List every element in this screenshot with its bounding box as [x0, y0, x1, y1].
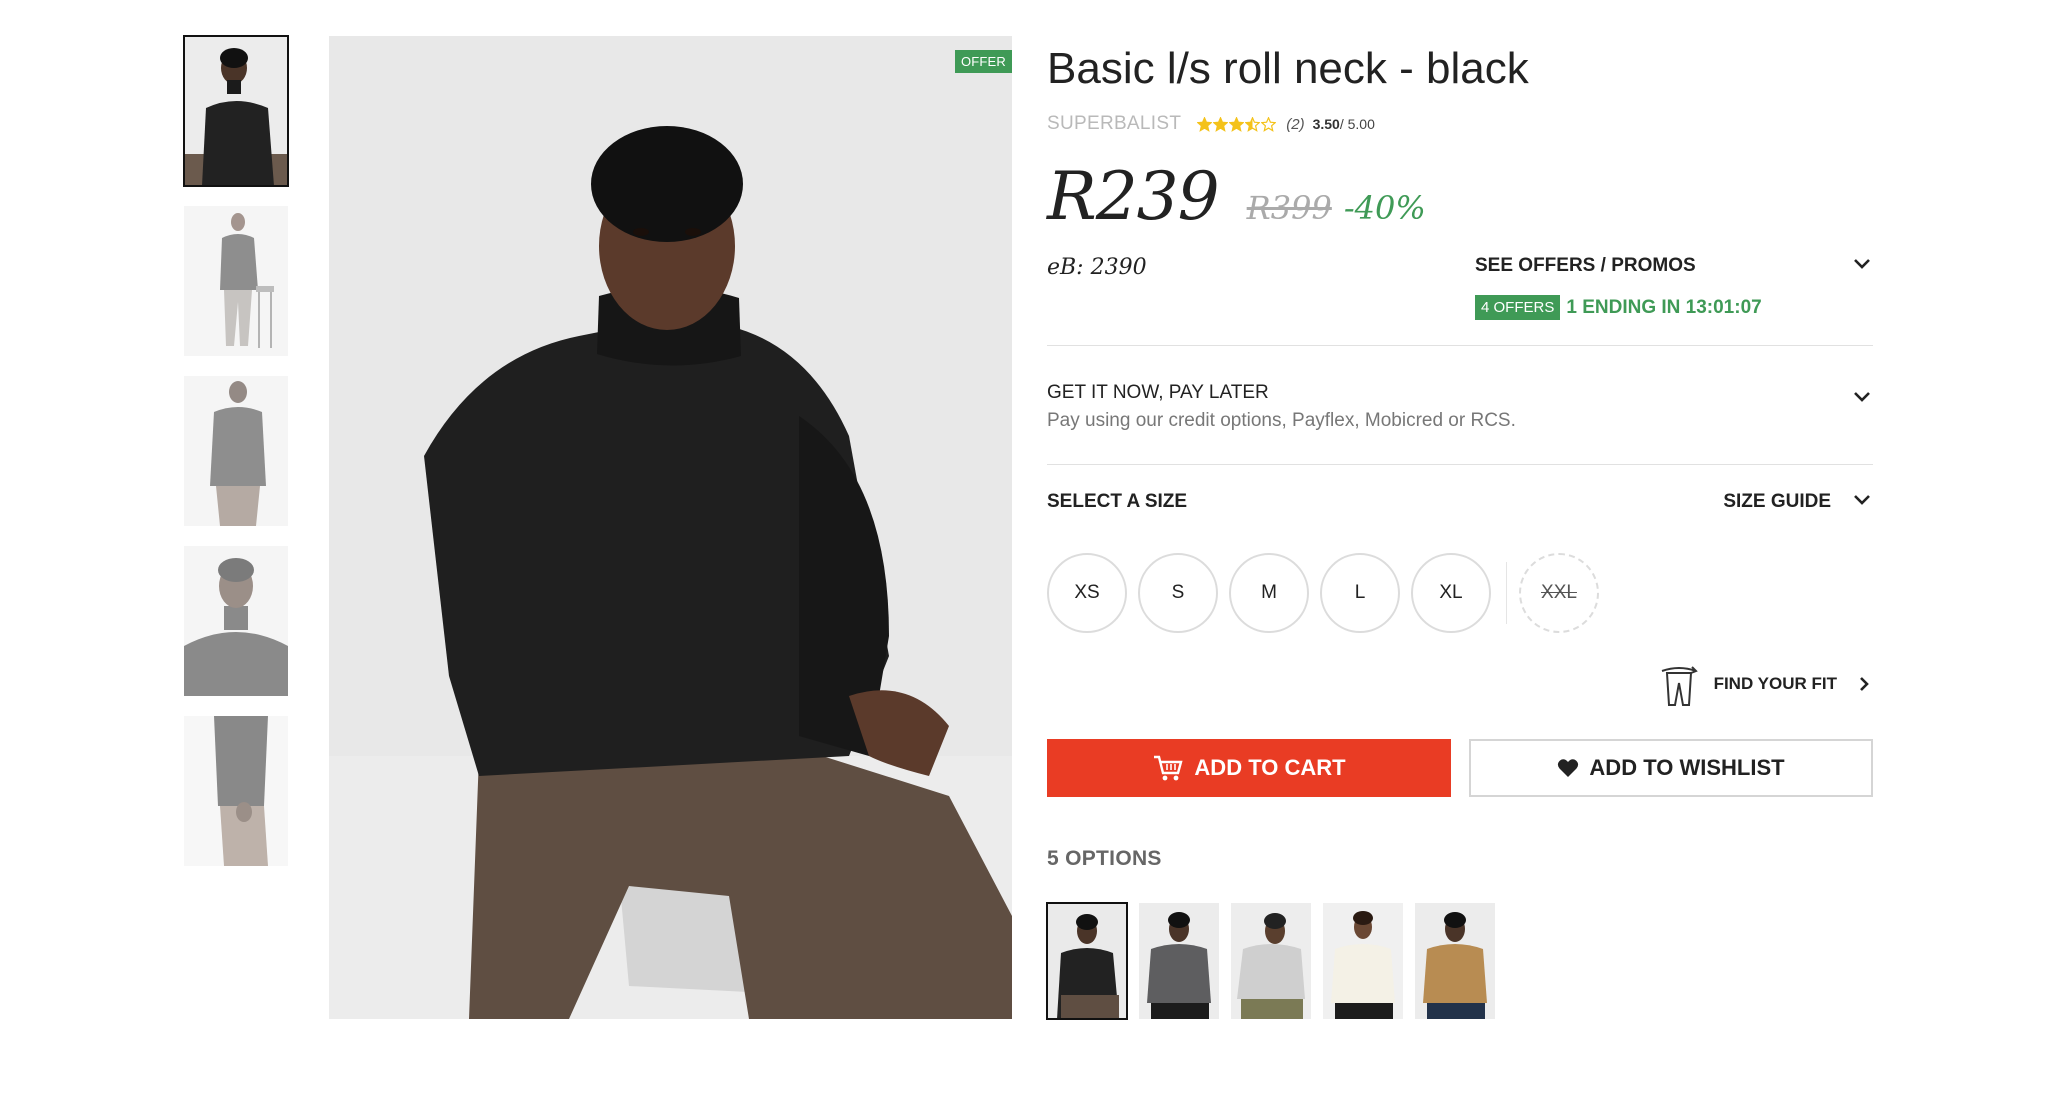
pay-later-section[interactable]: GET IT NOW, PAY LATER Pay using our cred…	[1047, 346, 1873, 464]
chevron-down-icon[interactable]	[1851, 489, 1873, 511]
swatch-image	[1231, 903, 1311, 1019]
size-header: SELECT A SIZE SIZE GUIDE	[1047, 465, 1873, 525]
offer-badge: OFFER	[954, 50, 1012, 73]
size-option-s[interactable]: S	[1138, 553, 1218, 633]
size-option-m[interactable]: M	[1229, 553, 1309, 633]
rating-stars[interactable]	[1197, 116, 1277, 132]
size-guide-link[interactable]: SIZE GUIDE	[1723, 491, 1831, 513]
size-option-xxl-unavailable: XXL	[1519, 553, 1599, 633]
pay-later-subtitle: Pay using our credit options, Payflex, M…	[1047, 410, 1516, 431]
product-photo	[329, 36, 1012, 1019]
color-option-light-grey[interactable]	[1231, 903, 1311, 1019]
color-option-charcoal[interactable]	[1139, 903, 1219, 1019]
size-selector: XS S M L XL XXL	[1047, 553, 1873, 633]
find-your-fit-label: FIND YOUR FIT	[1713, 674, 1837, 693]
star-empty-icon	[1261, 116, 1277, 132]
thumbnail-2[interactable]	[184, 206, 288, 356]
star-full-icon	[1229, 116, 1245, 132]
purchase-actions: ADD TO CART ADD TO WISHLIST	[1047, 739, 1873, 797]
find-your-fit-link[interactable]: FIND YOUR FIT	[1656, 661, 1873, 707]
thumbnail-image	[184, 546, 288, 696]
add-to-wishlist-button[interactable]: ADD TO WISHLIST	[1469, 739, 1873, 797]
color-option-camel[interactable]	[1415, 903, 1495, 1019]
color-option-black[interactable]	[1046, 902, 1128, 1020]
chevron-down-icon[interactable]	[1851, 386, 1873, 408]
main-product-image[interactable]: OFFER	[329, 36, 1012, 1019]
thumbnail-1[interactable]	[183, 35, 289, 187]
thumbnail-3[interactable]	[184, 376, 288, 526]
swatch-image	[1047, 903, 1127, 1019]
thumbnail-image	[184, 206, 288, 356]
product-info: Basic l/s roll neck - black SUPERBALIST …	[1046, 36, 1873, 1020]
thumbnail-4[interactable]	[184, 546, 288, 696]
star-full-icon	[1197, 116, 1213, 132]
size-option-xl[interactable]: XL	[1411, 553, 1491, 633]
thumbnail-image	[184, 376, 288, 526]
thumbnail-image	[184, 716, 288, 866]
price-row: R239 R399 -40%	[1047, 158, 1873, 235]
thumbnail-image	[184, 36, 288, 186]
offers-summary: 4 OFFERS 1 ENDING IN 13:01:07	[1475, 295, 1762, 320]
size-option-xs[interactable]: XS	[1047, 553, 1127, 633]
see-offers-toggle[interactable]: SEE OFFERS / PROMOS	[1475, 255, 1696, 277]
product-meta: SUPERBALIST (2) 3.50/ 5.00	[1047, 112, 1873, 136]
chevron-right-icon	[1860, 677, 1869, 691]
swatch-image	[1139, 903, 1219, 1019]
trousers-measure-icon	[1661, 666, 1698, 706]
ebucks-price: eB: 2390	[1047, 255, 1147, 280]
size-separator	[1506, 562, 1507, 624]
thumbnail-5[interactable]	[184, 716, 288, 866]
rating-value: 3.50	[1312, 116, 1340, 132]
brand-link[interactable]: SUPERBALIST	[1047, 113, 1181, 135]
swatch-image	[1323, 903, 1403, 1019]
add-to-cart-button[interactable]: ADD TO CART	[1047, 739, 1451, 797]
review-count[interactable]: (2)	[1286, 116, 1304, 133]
heart-icon	[1558, 759, 1579, 777]
color-options-title: 5 OPTIONS	[1047, 847, 1162, 870]
color-option-cream[interactable]	[1323, 903, 1403, 1019]
rating-text: 3.50/ 5.00	[1313, 116, 1375, 132]
find-fit-row: FIND YOUR FIT	[1047, 633, 1873, 729]
ebucks-offers-row: eB: 2390 SEE OFFERS / PROMOS 4 OFFERS 1 …	[1047, 245, 1873, 345]
chevron-down-icon[interactable]	[1851, 253, 1873, 275]
discount-percent: -40%	[1343, 189, 1426, 227]
star-full-icon	[1213, 116, 1229, 132]
original-price: R399	[1246, 189, 1332, 227]
add-to-wishlist-label: ADD TO WISHLIST	[1589, 755, 1785, 780]
star-half-icon	[1245, 116, 1261, 132]
product-title: Basic l/s roll neck - black	[1047, 44, 1529, 93]
offer-countdown: 1 ENDING IN 13:01:07	[1566, 296, 1762, 318]
rating-max: / 5.00	[1339, 116, 1375, 132]
add-to-cart-label: ADD TO CART	[1194, 755, 1346, 780]
pay-later-title: GET IT NOW, PAY LATER	[1047, 382, 1269, 403]
select-size-label: SELECT A SIZE	[1047, 491, 1188, 512]
current-price: R239	[1047, 158, 1220, 235]
cart-icon	[1154, 755, 1183, 781]
offers-count-badge: 4 OFFERS	[1475, 295, 1561, 320]
color-options	[1046, 902, 1873, 1020]
size-option-l[interactable]: L	[1320, 553, 1400, 633]
swatch-image	[1415, 903, 1495, 1019]
